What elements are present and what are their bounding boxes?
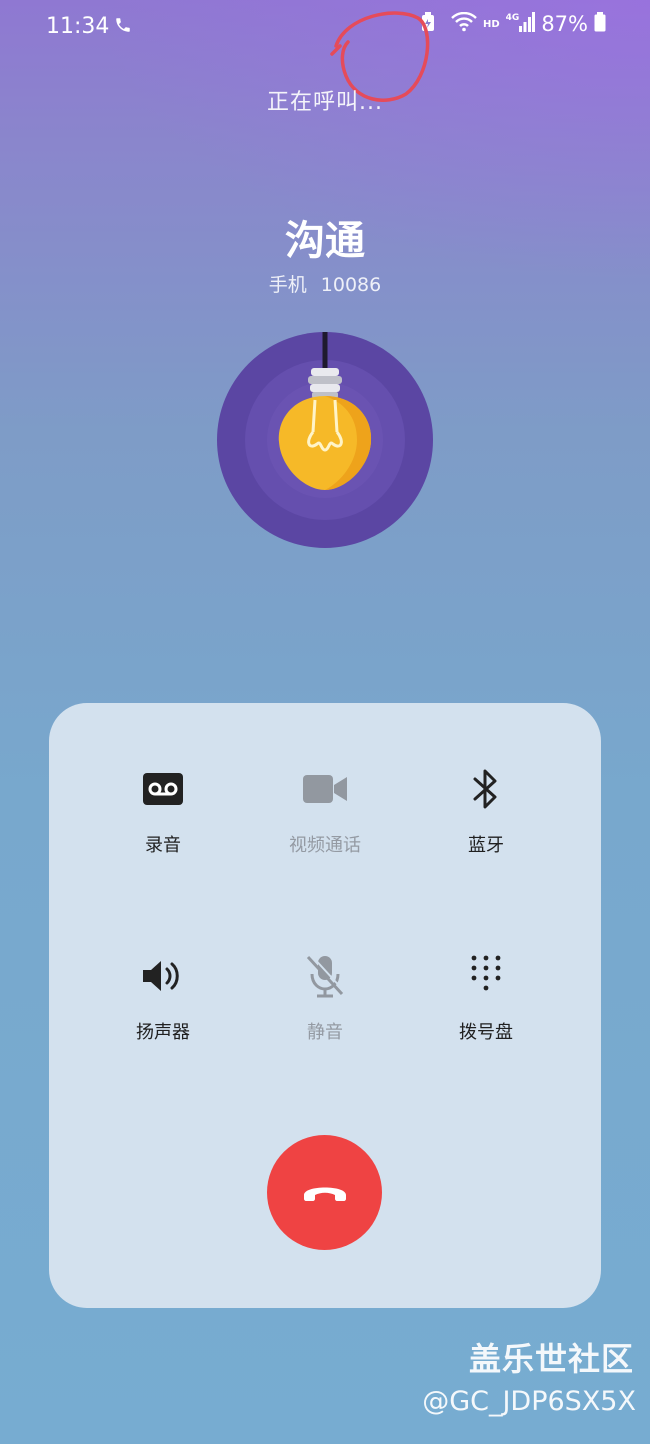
video-call-button[interactable]: 视频通话 (245, 759, 405, 857)
call-status: 正在呼叫... (267, 90, 383, 115)
video-camera-icon (295, 759, 355, 819)
status-time: 11:34 (46, 14, 110, 39)
bluetooth-icon (456, 759, 516, 819)
network-type: 4G (505, 13, 520, 23)
signal-icon (519, 12, 536, 36)
phone-number: 10086 (320, 274, 382, 296)
battery-icon (594, 12, 606, 36)
status-bar: 11:34 HD 4G 87% (0, 0, 650, 58)
speaker-label: 扬声器 (136, 1022, 190, 1043)
status-right: HD 4G 87% (421, 11, 606, 36)
hd-indicator: HD (482, 18, 500, 30)
watermark-user: @GC_JDP6SX5X (422, 1386, 636, 1417)
voicemail-record-icon (133, 759, 193, 819)
speaker-icon (133, 946, 193, 1006)
mute-button[interactable]: 静音 (245, 946, 405, 1044)
contact-name: 沟通 (285, 218, 365, 264)
contact-number-line: 手机 10086 (0, 270, 650, 297)
number-type-label: 手机 (268, 274, 307, 296)
dialpad-label: 拨号盘 (459, 1022, 513, 1043)
wifi-icon (451, 11, 477, 36)
hang-up-icon (301, 1179, 349, 1207)
dialpad-icon (456, 946, 516, 1006)
end-call-button[interactable] (267, 1135, 382, 1250)
phone-call-icon (114, 16, 132, 38)
watermark-title: 盖乐世社区 (468, 1340, 634, 1378)
battery-percent: 87% (541, 12, 588, 36)
contact-avatar (217, 332, 433, 548)
record-button[interactable]: 录音 (83, 759, 243, 857)
lightbulb-icon (217, 332, 433, 548)
bluetooth-label: 蓝牙 (468, 835, 504, 856)
video-call-label: 视频通话 (289, 835, 361, 856)
mic-off-icon (295, 946, 355, 1006)
bluetooth-button[interactable]: 蓝牙 (406, 759, 566, 857)
dialpad-button[interactable]: 拨号盘 (406, 946, 566, 1044)
mute-label: 静音 (307, 1022, 343, 1043)
record-label: 录音 (145, 835, 181, 856)
speaker-button[interactable]: 扬声器 (83, 946, 243, 1044)
